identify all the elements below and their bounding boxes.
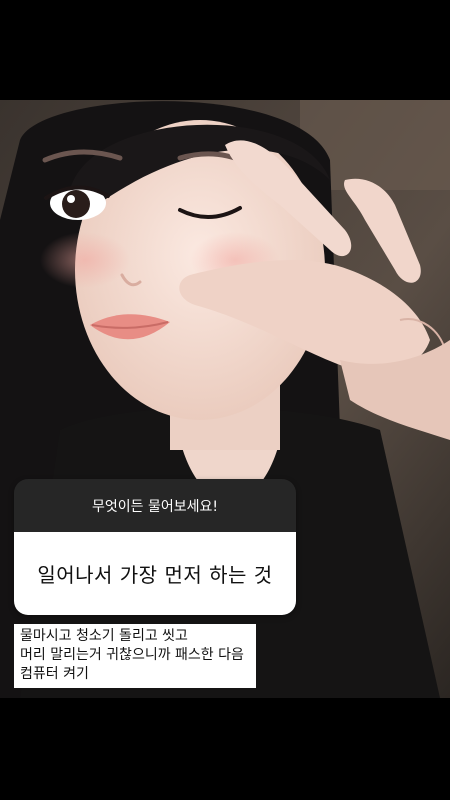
left-blush	[40, 232, 130, 288]
answer-line: 컴퓨터 켜기	[20, 666, 89, 682]
story-viewer: 무엇이든 물어보세요! 일어나서 가장 먼저 하는 것 물마시고 청소기 돌리고…	[0, 0, 450, 800]
eye-highlight	[67, 195, 75, 203]
answer-line: 머리 말리는거 귀찮으니까 패스한 다음	[20, 647, 244, 663]
question-sticker-prompt: 무엇이든 물어보세요!	[14, 479, 296, 532]
iris	[62, 190, 90, 218]
question-sticker-question: 일어나서 가장 먼저 하는 것	[14, 532, 296, 615]
question-sticker: 무엇이든 물어보세요! 일어나서 가장 먼저 하는 것	[14, 479, 296, 615]
answer-line: 물마시고 청소기 돌리고 씻고	[20, 628, 188, 644]
answer-text-box: 물마시고 청소기 돌리고 씻고 머리 말리는거 귀찮으니까 패스한 다음 컴퓨터…	[14, 624, 256, 688]
